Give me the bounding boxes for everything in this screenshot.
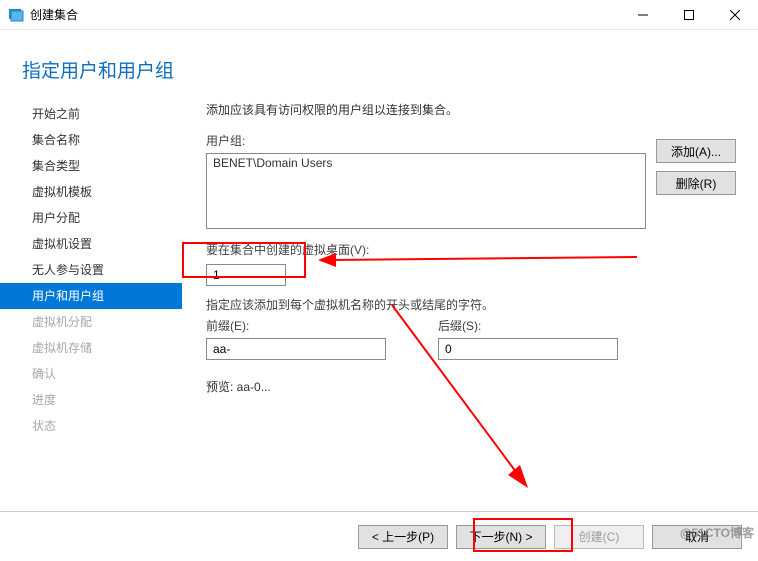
window-title: 创建集合 xyxy=(30,6,620,23)
vd-count-label: 要在集合中创建的虚拟桌面(V): xyxy=(206,241,646,258)
sidebar-item-before[interactable]: 开始之前 xyxy=(0,101,182,127)
naming-instruction: 指定应该添加到每个虚拟机名称的开头或结尾的字符。 xyxy=(206,296,646,313)
sidebar-item-progress: 进度 xyxy=(0,387,182,413)
sidebar-item-userassign[interactable]: 用户分配 xyxy=(0,205,182,231)
main-panel: 添加应该具有访问权限的用户组以连接到集合。 用户组: BENET\Domain … xyxy=(182,95,758,512)
wizard-sidebar: 开始之前 集合名称 集合类型 虚拟机模板 用户分配 虚拟机设置 无人参与设置 用… xyxy=(0,95,182,512)
prefix-label: 前缀(E): xyxy=(206,317,414,334)
remove-button[interactable]: 删除(R) xyxy=(656,171,736,195)
wizard-footer: < 上一步(P) 下一步(N) > 创建(C) 取消 xyxy=(0,511,758,561)
preview-row: 预览: aa-0... xyxy=(206,378,646,395)
instruction-text: 添加应该具有访问权限的用户组以连接到集合。 xyxy=(206,101,646,118)
prefix-input[interactable] xyxy=(206,338,386,360)
usergroups-label: 用户组: xyxy=(206,132,646,149)
close-button[interactable] xyxy=(712,0,758,30)
sidebar-item-vmstorage: 虚拟机存储 xyxy=(0,335,182,361)
sidebar-item-type[interactable]: 集合类型 xyxy=(0,153,182,179)
sidebar-item-vmsettings[interactable]: 虚拟机设置 xyxy=(0,231,182,257)
minimize-button[interactable] xyxy=(620,0,666,30)
next-button[interactable]: 下一步(N) > xyxy=(456,525,546,549)
window-controls xyxy=(620,0,758,30)
sidebar-item-usergroups[interactable]: 用户和用户组 xyxy=(0,283,182,309)
suffix-input[interactable] xyxy=(438,338,618,360)
preview-label: 预览: xyxy=(206,380,237,394)
suffix-label: 后缀(S): xyxy=(438,317,646,334)
app-icon xyxy=(8,7,24,23)
add-button[interactable]: 添加(A)... xyxy=(656,139,736,163)
sidebar-item-name[interactable]: 集合名称 xyxy=(0,127,182,153)
sidebar-item-status: 状态 xyxy=(0,413,182,439)
preview-value: aa-0... xyxy=(237,380,271,394)
sidebar-item-template[interactable]: 虚拟机模板 xyxy=(0,179,182,205)
vd-count-input[interactable] xyxy=(206,264,286,286)
sidebar-item-confirm: 确认 xyxy=(0,361,182,387)
maximize-button[interactable] xyxy=(666,0,712,30)
create-button: 创建(C) xyxy=(554,525,644,549)
sidebar-item-unattended[interactable]: 无人参与设置 xyxy=(0,257,182,283)
usergroup-item[interactable]: BENET\Domain Users xyxy=(213,156,639,170)
usergroups-listbox[interactable]: BENET\Domain Users xyxy=(206,153,646,229)
sidebar-item-vmalloc: 虚拟机分配 xyxy=(0,309,182,335)
titlebar: 创建集合 xyxy=(0,0,758,30)
page-title: 指定用户和用户组 xyxy=(0,30,758,95)
prev-button[interactable]: < 上一步(P) xyxy=(358,525,448,549)
watermark: @51CTO博客 xyxy=(680,524,754,541)
